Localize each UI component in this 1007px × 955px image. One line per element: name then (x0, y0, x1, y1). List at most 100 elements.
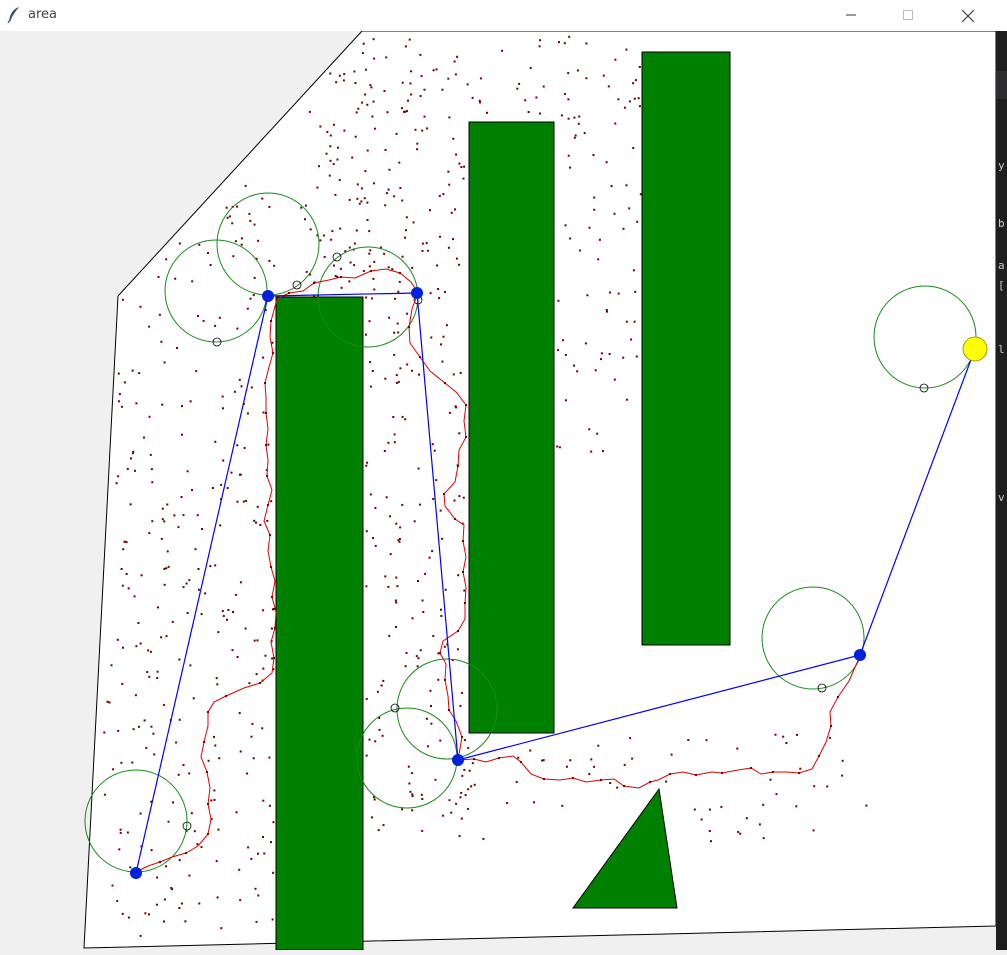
sample-point (366, 461, 369, 464)
sample-point (380, 684, 383, 687)
sample-point (598, 238, 601, 241)
sample-point (150, 725, 153, 728)
sample-point (186, 612, 189, 614)
sample-point (240, 385, 243, 388)
sample-point (592, 154, 595, 157)
sample-point (332, 123, 335, 126)
sample-point (417, 580, 419, 582)
tree-node (259, 682, 261, 684)
sample-point (739, 832, 742, 835)
sample-point (215, 677, 218, 680)
sample-point (374, 506, 377, 509)
sample-point (421, 798, 424, 800)
sample-point (371, 816, 373, 819)
sample-point (586, 294, 589, 297)
sample-point (376, 690, 379, 693)
sample-point (191, 489, 193, 491)
sample-point (251, 722, 254, 725)
sample-point (398, 280, 401, 283)
sample-point (435, 479, 438, 482)
sample-point (365, 530, 368, 533)
sample-point (700, 818, 703, 821)
close-button[interactable] (944, 0, 990, 31)
sample-point (556, 445, 559, 448)
sample-point (354, 82, 357, 84)
sample-point (231, 649, 234, 652)
sample-point (607, 85, 610, 88)
waypoint (262, 290, 274, 302)
sample-point (745, 817, 748, 820)
sample-point (461, 691, 464, 694)
sample-point (463, 739, 466, 742)
tree-node (265, 444, 267, 446)
sample-point (143, 436, 145, 439)
sample-point (115, 482, 118, 485)
sample-point (262, 411, 265, 414)
sample-point (329, 159, 332, 162)
sample-point (467, 788, 470, 791)
sample-point (409, 82, 412, 85)
sample-point (464, 794, 467, 797)
sample-point (253, 639, 256, 642)
title-bar[interactable]: area (0, 0, 1007, 31)
sample-point (588, 428, 591, 431)
sample-point (201, 528, 203, 530)
sample-point (439, 509, 442, 512)
maximize-button[interactable] (885, 0, 931, 31)
sample-point (228, 215, 231, 218)
editor-glyph: v (998, 491, 1005, 504)
sample-point (628, 207, 631, 210)
sample-point (225, 206, 228, 209)
sample-point (594, 369, 597, 372)
sample-point (365, 464, 368, 467)
sample-point (304, 218, 306, 221)
sample-point (200, 613, 203, 616)
sample-point (462, 496, 465, 499)
sample-point (705, 739, 708, 742)
goal-marker (962, 336, 988, 362)
window-title: area (28, 7, 57, 22)
minimize-button[interactable] (828, 0, 874, 31)
sample-point (233, 390, 236, 393)
sample-point (214, 564, 217, 567)
sample-point (215, 860, 218, 863)
sample-point (410, 369, 413, 372)
sample-point (564, 353, 567, 356)
sample-point (455, 802, 458, 805)
sample-point (429, 292, 432, 295)
sample-point (126, 467, 129, 470)
map-canvas[interactable] (0, 30, 997, 951)
sample-point (450, 811, 453, 814)
sample-point (432, 635, 435, 637)
sample-point (108, 701, 111, 704)
sample-point (373, 260, 376, 263)
tree-node (543, 778, 545, 780)
sample-point (371, 115, 374, 118)
sample-point (636, 220, 639, 223)
sample-point (440, 608, 442, 611)
sample-point (144, 912, 147, 915)
sample-point (411, 793, 414, 796)
sample-point (625, 320, 628, 323)
sample-point (148, 675, 151, 678)
sample-point (325, 152, 328, 155)
sample-point (364, 93, 367, 96)
sample-point (436, 264, 439, 267)
sample-point (458, 835, 461, 838)
tree-node (159, 861, 161, 863)
sample-point (600, 358, 602, 361)
sample-point (125, 573, 128, 575)
sample-point (401, 503, 404, 506)
sample-point (143, 719, 146, 722)
sample-point (568, 35, 571, 38)
sample-point (368, 265, 371, 268)
sample-point (129, 503, 132, 506)
sample-point (443, 645, 446, 648)
tree-node (340, 276, 342, 278)
sample-point (127, 916, 130, 919)
sample-point (334, 193, 337, 196)
sample-point (132, 450, 135, 453)
tree-node (462, 571, 464, 573)
sample-point (486, 111, 488, 114)
sample-point (461, 774, 464, 777)
